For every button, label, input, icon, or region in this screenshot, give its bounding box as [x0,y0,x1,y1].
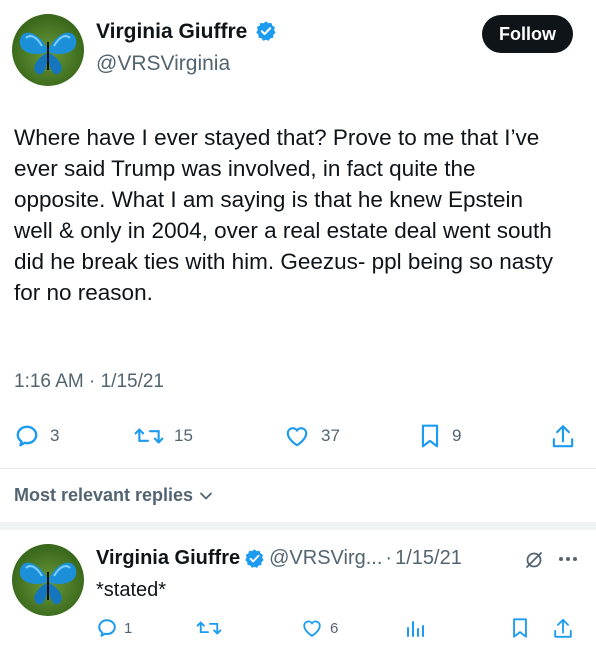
retweet-button[interactable]: 15 [134,423,193,449]
author-avatar[interactable] [12,14,84,86]
reply-like-button[interactable]: 6 [300,617,338,639]
bookmark-icon [513,618,527,638]
grok-icon[interactable] [524,550,544,575]
divider [0,468,596,469]
more-options-icon[interactable] [556,551,580,572]
bookmark-button[interactable]: 9 [418,423,461,449]
like-count: 37 [321,426,340,445]
verified-badge-icon [245,549,264,568]
author-name[interactable]: Virginia Giuffre [96,20,277,44]
section-divider [0,522,596,530]
tweet-date[interactable]: 1/15/21 [101,371,164,392]
reply-date-separator: · [385,547,393,569]
reply-count: 3 [50,426,60,445]
retweet-icon [134,428,164,444]
tweet-timestamp[interactable]: 1:16 AM · 1/15/21 [14,371,164,393]
share-icon [554,618,572,638]
author-handle[interactable]: @VRSVirginia [96,52,230,76]
reply-author-avatar[interactable] [12,544,84,616]
retweet-count: 15 [174,426,193,445]
share-button[interactable] [550,423,576,451]
bookmark-count: 9 [452,426,462,445]
share-icon [552,425,574,448]
reply-icon [16,425,38,447]
bookmark-icon [421,424,439,448]
reply-icon [98,619,116,637]
heart-icon [286,427,308,447]
reply-share-button[interactable] [552,617,574,641]
reply-header: Virginia Giuffre @VRSVirg... · 1/15/21 [96,547,462,570]
timestamp-separator: · [89,371,96,392]
butterfly-icon [19,562,77,605]
tweet-time[interactable]: 1:16 AM [14,371,84,392]
butterfly-icon [19,32,77,75]
retweet-icon [196,621,222,635]
reply-author-name[interactable]: Virginia Giuffre [96,547,240,570]
reply-button[interactable]: 3 [14,423,59,449]
views-icon [407,621,424,637]
reply-retweet-button[interactable] [196,617,222,639]
heart-icon [303,620,321,637]
tweet-text: Where have I ever stayed that? Prove to … [14,125,554,305]
replies-sort-label[interactable]: Most relevant replies [14,485,193,506]
chevron-down-icon [200,492,212,499]
follow-button[interactable]: Follow [482,15,573,53]
reply-like-count: 6 [330,619,339,637]
reply-action-bar: 1 6 [96,617,586,643]
reply-text: *stated* [96,579,167,601]
replies-sort-dropdown[interactable]: Most relevant replies [14,485,213,506]
reply-reply-count: 1 [124,619,133,637]
reply-author-handle[interactable]: @VRSVirg... [269,547,382,570]
reply-bookmark-button[interactable] [510,617,530,639]
reply-reply-button[interactable]: 1 [96,617,132,639]
verified-badge-icon [256,21,276,41]
reply-views-button[interactable] [404,617,426,639]
author-name-text[interactable]: Virginia Giuffre [96,20,247,43]
like-button[interactable]: 37 [283,423,340,449]
reply-date[interactable]: 1/15/21 [395,547,462,570]
